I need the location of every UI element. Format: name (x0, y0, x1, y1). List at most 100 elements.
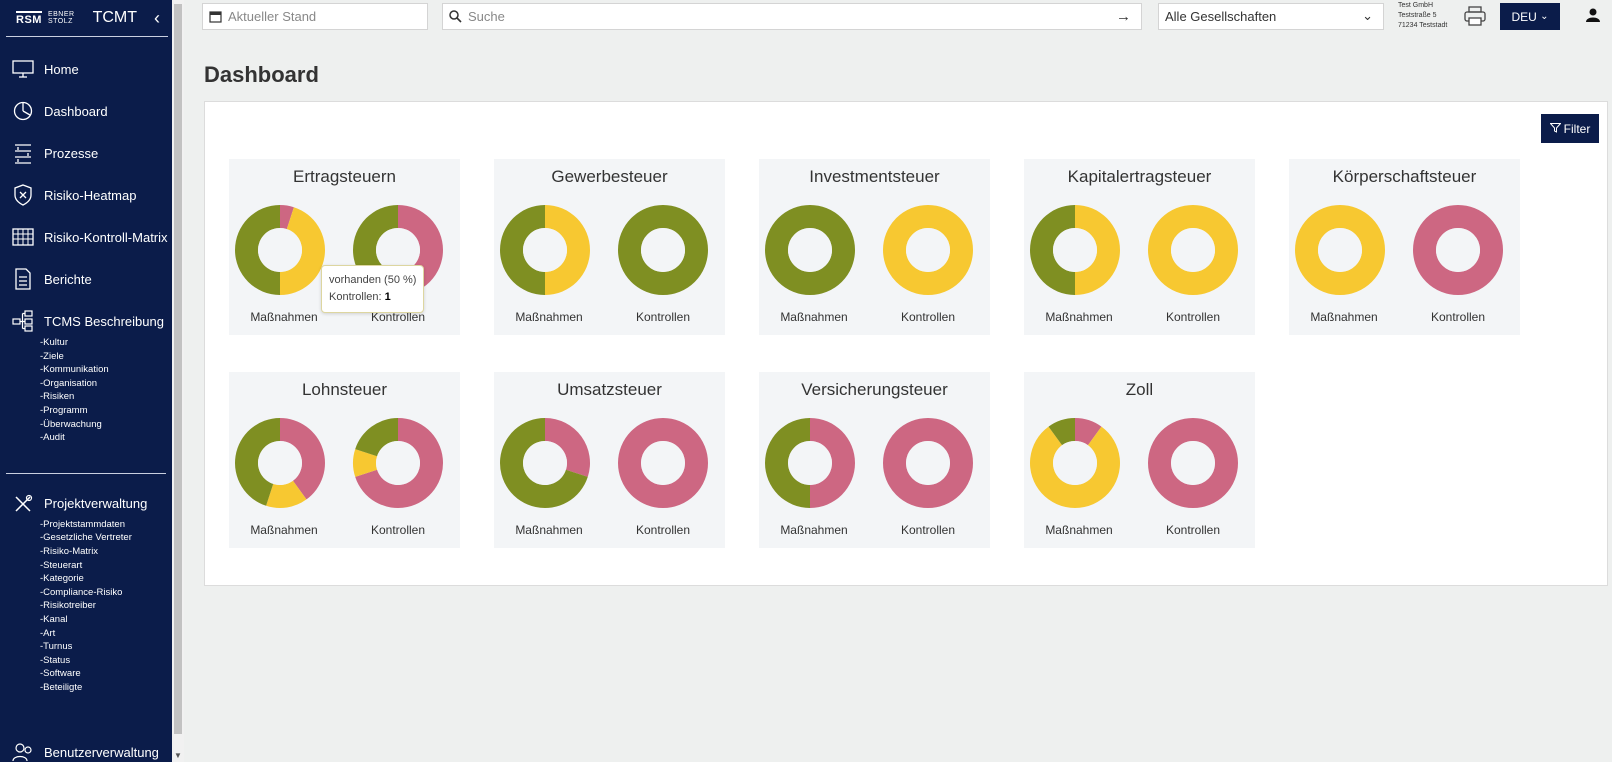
scroll-down-icon[interactable]: ▼ (174, 751, 182, 760)
card-title: Körperschaftsteuer (1332, 167, 1477, 186)
report-icon (12, 268, 34, 290)
donut-kontrollen[interactable] (882, 417, 974, 509)
donut-massnahmen[interactable] (499, 417, 591, 509)
chart-tooltip: vorhanden (50 %) Kontrollen: 1 (321, 265, 425, 313)
sidebar-subitem[interactable]: -Turnus (40, 640, 172, 654)
sidebar-item-risiko-kontroll-matrix[interactable]: Risiko-Kontroll-Matrix (0, 216, 172, 258)
tax-card-versicherungsteuer: Versicherungsteuer Maßnahmen Kontrollen (759, 372, 990, 548)
date-field[interactable]: Aktueller Stand (202, 3, 428, 30)
filter-label: Filter (1563, 121, 1591, 136)
donut-massnahmen[interactable] (764, 204, 856, 296)
donut-kontrollen[interactable] (352, 417, 444, 509)
chevron-left-icon[interactable]: ‹ (154, 8, 160, 29)
donut-kontrollen[interactable] (617, 204, 709, 296)
donut-kontrollen[interactable] (617, 417, 709, 509)
donut-kontrollen[interactable] (1147, 204, 1239, 296)
sidebar-item-projektverwaltung[interactable]: Projektverwaltung (0, 492, 172, 516)
sidebar-header: RSM EBNER STOLZ TCMT ‹ (6, 0, 168, 37)
donut-kontrollen[interactable] (1412, 204, 1504, 296)
sidebar-item-home[interactable]: Home (0, 48, 172, 90)
donut-label-massnahmen: Maßnahmen (515, 310, 583, 324)
sidebar-subitem[interactable]: -Organisation (40, 377, 172, 391)
donut-kontrollen[interactable] (1147, 417, 1239, 509)
sidebar-scrollbar[interactable]: ▼ (172, 0, 184, 762)
sidebar-subitem[interactable]: -Ziele (40, 350, 172, 364)
sidebar-item-prozesse[interactable]: Prozesse (0, 132, 172, 174)
card-title: Gewerbesteuer (551, 167, 668, 186)
sidebar-item-label: Home (44, 61, 79, 77)
sidebar-item-label: Risiko-Kontroll-Matrix (44, 229, 168, 245)
user-icon[interactable] (1586, 8, 1600, 27)
donut-hole (523, 228, 567, 272)
search-input[interactable]: Suche → (442, 3, 1142, 30)
language-button[interactable]: DEU ⌄ (1500, 3, 1560, 30)
pie-chart-icon (12, 100, 34, 122)
sidebar-subitem[interactable]: -Audit (40, 431, 172, 445)
donut-massnahmen[interactable] (1294, 204, 1386, 296)
chevron-down-icon: ⌄ (1540, 11, 1549, 22)
logo-subtext: EBNER STOLZ (48, 11, 75, 25)
donut-label-kontrollen: Kontrollen (1165, 310, 1221, 324)
sidebar-subitem[interactable]: -Projektstammdaten (40, 518, 172, 532)
sidebar-subitem[interactable]: -Kanal (40, 613, 172, 627)
sidebar-subitem[interactable]: -Status (40, 654, 172, 668)
sidebar-subitem[interactable]: -Art (40, 627, 172, 641)
printer-icon[interactable] (1464, 6, 1486, 31)
company-select[interactable]: Alle Gesellschaften ⌄ (1158, 3, 1384, 30)
donut-label-kontrollen: Kontrollen (635, 310, 691, 324)
logo-text: RSM (16, 10, 42, 26)
sidebar-subitem[interactable]: -Gesetzliche Vertreter (40, 531, 172, 545)
donut-massnahmen[interactable] (499, 204, 591, 296)
donut-massnahmen[interactable] (1029, 204, 1121, 296)
tooltip-value: 1 (384, 291, 391, 303)
donut-label-massnahmen: Maßnahmen (1310, 310, 1378, 324)
donut-hole (1053, 441, 1097, 485)
sidebar-subitem[interactable]: -Steuerart (40, 559, 172, 573)
donut-label-massnahmen: Maßnahmen (780, 310, 848, 324)
filter-button[interactable]: Filter (1541, 114, 1599, 143)
sidebar-subitem[interactable]: -Programm (40, 404, 172, 418)
donut-massnahmen[interactable] (1029, 417, 1121, 509)
process-icon (12, 142, 34, 164)
sidebar-subitem[interactable]: -Software (40, 667, 172, 681)
sidebar-subitem[interactable]: -Überwachung (40, 418, 172, 432)
donut-hole (258, 228, 302, 272)
donut-massnahmen[interactable] (764, 417, 856, 509)
donut-label-kontrollen: Kontrollen (1430, 310, 1486, 324)
projekt-subnav: -Projektstammdaten -Gesetzliche Vertreter… (0, 518, 172, 695)
sidebar-divider (6, 472, 166, 474)
sidebar-item-benutzerverwaltung[interactable]: Benutzerverwaltung (0, 740, 159, 762)
filter-icon (1549, 122, 1562, 136)
donut-kontrollen[interactable] (882, 204, 974, 296)
sidebar-subitem[interactable]: -Risiko-Matrix (40, 545, 172, 559)
donut-hole (906, 228, 950, 272)
arrow-right-icon[interactable]: → (1116, 8, 1131, 25)
donut-hole (641, 228, 685, 272)
sidebar-subitem[interactable]: -Kategorie (40, 572, 172, 586)
sidebar: RSM EBNER STOLZ TCMT ‹ Home Dashboard Pro… (0, 0, 172, 762)
tax-card-ertragsteuern: Ertragsteuern Maßnahmen Kontrollen vorhande… (229, 159, 460, 335)
sidebar-subitem[interactable]: -Risikotreiber (40, 599, 172, 613)
sidebar-subitem[interactable]: -Kommunikation (40, 363, 172, 377)
sidebar-subitem[interactable]: -Beteiligte (40, 681, 172, 695)
scrollbar-thumb[interactable] (174, 4, 182, 734)
donut-hole (1436, 228, 1480, 272)
donut-massnahmen[interactable] (234, 204, 326, 296)
tools-icon (12, 493, 34, 515)
sidebar-item-berichte[interactable]: Berichte (0, 258, 172, 300)
donut-massnahmen[interactable] (234, 417, 326, 509)
sidebar-subitem[interactable]: -Compliance-Risiko (40, 586, 172, 600)
sidebar-item-label: Projektverwaltung (44, 496, 148, 512)
company-name: Test GmbH (1398, 2, 1434, 9)
hierarchy-icon (12, 310, 34, 332)
tooltip-line: vorhanden (50 %) (329, 274, 417, 286)
sidebar-item-risiko-heatmap[interactable]: Risiko-Heatmap (0, 174, 172, 216)
search-icon (449, 10, 462, 23)
sidebar-subitem[interactable]: -Risiken (40, 390, 172, 404)
sidebar-item-dashboard[interactable]: Dashboard (0, 90, 172, 132)
sidebar-subitem[interactable]: -Kultur (40, 336, 172, 350)
tax-card-lohnsteuer: Lohnsteuer Maßnahmen Kontrollen (229, 372, 460, 548)
users-icon (12, 741, 34, 762)
donut-label-kontrollen: Kontrollen (900, 310, 956, 324)
donut-hole (376, 441, 420, 485)
